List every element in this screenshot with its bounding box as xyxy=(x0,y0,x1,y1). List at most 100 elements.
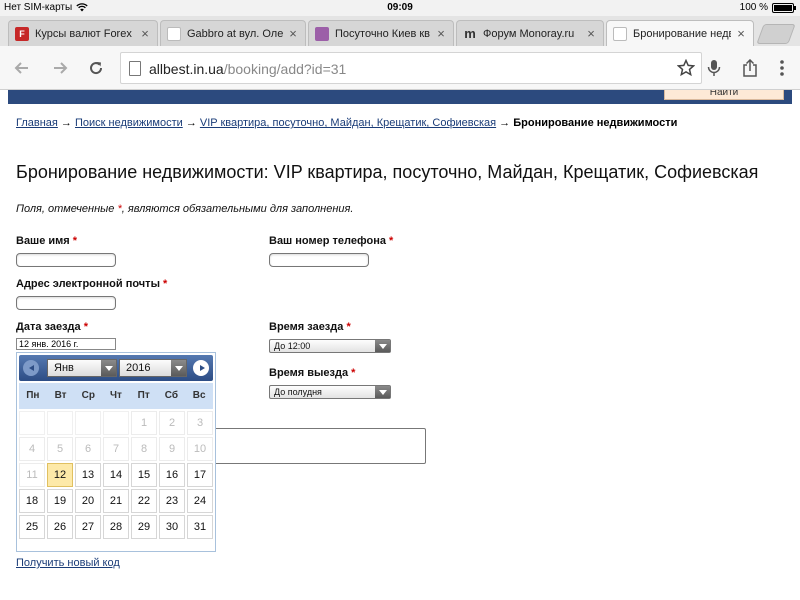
close-tab-icon[interactable]: × xyxy=(435,26,447,41)
weekday-label: Пт xyxy=(137,390,150,401)
checkout-time-select[interactable]: До полудня xyxy=(269,385,391,399)
chevron-down-icon xyxy=(101,360,116,376)
calendar-day[interactable]: 30 xyxy=(159,515,185,539)
breadcrumb-listing-link[interactable]: VIP квартира, посуточно, Майдан, Крещати… xyxy=(200,117,496,129)
battery-percent: 100 % xyxy=(739,2,768,13)
required-note-text: Поля, отмеченные xyxy=(16,203,118,215)
browser-tab[interactable]: F Курсы валют Forex × xyxy=(8,20,158,46)
find-button[interactable]: Найти xyxy=(664,90,784,100)
wifi-icon xyxy=(76,3,88,12)
close-tab-icon[interactable]: × xyxy=(139,26,151,41)
required-asterisk: * xyxy=(83,321,88,333)
calendar-day[interactable]: 26 xyxy=(47,515,73,539)
calendar-day[interactable]: 22 xyxy=(131,489,157,513)
favicon-icon: F xyxy=(15,26,29,41)
calendar-empty-cell xyxy=(47,411,73,435)
chevron-down-icon xyxy=(375,386,390,398)
calendar-day-disabled: 5 xyxy=(47,437,73,461)
carrier-text: Нет SIM-карты xyxy=(4,2,73,13)
phone-label: Ваш номер телефона * xyxy=(269,235,393,247)
favicon-icon: m xyxy=(464,26,476,41)
email-input[interactable] xyxy=(16,296,116,310)
get-new-code-link[interactable]: Получить новый код xyxy=(16,557,120,569)
back-button[interactable] xyxy=(10,56,34,80)
menu-button[interactable] xyxy=(772,58,792,78)
comment-textarea[interactable] xyxy=(206,428,426,464)
close-tab-icon[interactable]: × xyxy=(585,26,597,41)
tab-strip: F Курсы валют Forex × Gabbro at вул. Олен × П… xyxy=(0,16,800,46)
checkin-date-input[interactable]: 12 янв. 2016 г. xyxy=(16,338,116,350)
favicon-icon xyxy=(315,26,329,41)
calendar-day-disabled: 9 xyxy=(159,437,185,461)
breadcrumb-separator: → xyxy=(182,117,200,129)
prev-month-button[interactable] xyxy=(23,360,39,376)
breadcrumb-separator: → xyxy=(496,117,514,129)
name-label-text: Ваше имя xyxy=(16,235,70,247)
checkin-time-label-text: Время заезда xyxy=(269,321,344,333)
calendar-day[interactable]: 19 xyxy=(47,489,73,513)
calendar-day[interactable]: 20 xyxy=(75,489,101,513)
calendar-day[interactable]: 17 xyxy=(187,463,213,487)
checkin-date-label: Дата заезда * xyxy=(16,321,88,333)
weekday-label: Пн xyxy=(26,390,40,401)
checkin-time-select[interactable]: До 12:00 xyxy=(269,339,391,353)
calendar-day[interactable]: 27 xyxy=(75,515,101,539)
more-vertical-icon xyxy=(780,60,784,76)
close-tab-icon[interactable]: × xyxy=(287,26,299,41)
browser-tab[interactable]: Gabbro at вул. Олен × xyxy=(160,20,306,46)
calendar-day[interactable]: 16 xyxy=(159,463,185,487)
calendar-day[interactable]: 13 xyxy=(75,463,101,487)
weekday-label: Сб xyxy=(164,390,179,401)
voice-search-button[interactable] xyxy=(704,58,724,78)
calendar-day[interactable]: 31 xyxy=(187,515,213,539)
calendar-day[interactable]: 28 xyxy=(103,515,129,539)
calendar-day-disabled: 7 xyxy=(103,437,129,461)
status-right: 100 % xyxy=(739,2,796,13)
calendar-day-disabled: 3 xyxy=(187,411,213,435)
calendar-day-disabled: 6 xyxy=(75,437,101,461)
calendar-day[interactable]: 15 xyxy=(131,463,157,487)
required-note-text: , являются обязательными для заполнения. xyxy=(121,203,354,215)
calendar-day[interactable]: 29 xyxy=(131,515,157,539)
calendar-day[interactable]: 23 xyxy=(159,489,185,513)
calendar-day-selected[interactable]: 12 xyxy=(47,463,73,487)
calendar-day[interactable]: 18 xyxy=(19,489,45,513)
new-tab-button[interactable] xyxy=(756,24,796,44)
close-tab-icon[interactable]: × xyxy=(735,26,747,41)
datepicker-header: Янв 2016 xyxy=(19,355,213,381)
tab-label: Курсы валют Forex xyxy=(35,27,132,40)
year-select[interactable]: 2016 xyxy=(119,359,187,377)
forward-arrow-icon xyxy=(54,62,68,74)
calendar-empty-cell xyxy=(19,411,45,435)
reload-button[interactable] xyxy=(84,56,108,80)
checkin-date-label-text: Дата заезда xyxy=(16,321,81,333)
breadcrumb-home-link[interactable]: Главная xyxy=(16,117,58,129)
browser-tab[interactable]: m Форум Monoray.ru × xyxy=(456,20,604,46)
calendar-day[interactable]: 21 xyxy=(103,489,129,513)
status-time: 09:09 xyxy=(387,2,413,13)
calendar-day-disabled: 1 xyxy=(131,411,157,435)
forward-button[interactable] xyxy=(48,56,72,80)
name-input[interactable] xyxy=(16,253,116,267)
browser-tab[interactable]: Посуточно Киев кв × xyxy=(308,20,454,46)
share-icon xyxy=(743,59,757,77)
phone-label-text: Ваш номер телефона xyxy=(269,235,386,247)
address-bar[interactable]: allbest.in.ua/booking/add?id=31 xyxy=(120,52,702,84)
calendar-day[interactable]: 14 xyxy=(103,463,129,487)
calendar-day[interactable]: 25 xyxy=(19,515,45,539)
browser-tab[interactable]: Бронирование недв × xyxy=(606,20,754,46)
page-title: Бронирование недвижимости: VIP квартира,… xyxy=(16,162,759,182)
calendar-grid: 1 2 3 4 5 6 7 8 9 10 11 12 13 14 15 16 17 18 19 20 21 22 23 24 2… xyxy=(19,411,213,539)
calendar-day[interactable]: 24 xyxy=(187,489,213,513)
weekday-label: Ср xyxy=(81,390,95,401)
breadcrumb-search-link[interactable]: Поиск недвижимости xyxy=(75,117,183,129)
required-asterisk: * xyxy=(351,367,356,379)
next-month-button[interactable] xyxy=(193,360,209,376)
month-select[interactable]: Янв xyxy=(47,359,117,377)
phone-input[interactable] xyxy=(269,253,369,267)
weekday-header: Пн Вт Ср Чт Пт Сб Вс xyxy=(19,383,213,409)
share-button[interactable] xyxy=(740,58,760,78)
page-icon xyxy=(129,61,141,76)
bookmark-star-button[interactable] xyxy=(676,58,696,82)
year-value: 2016 xyxy=(126,362,151,374)
